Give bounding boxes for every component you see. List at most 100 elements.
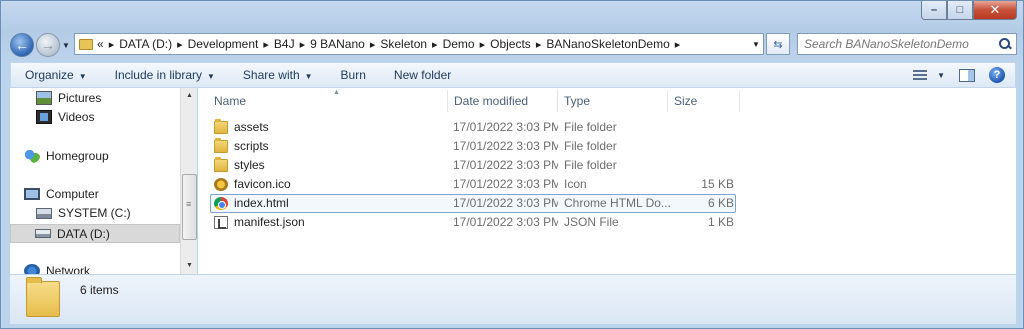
folder-icon <box>214 119 228 134</box>
file-name-cell: favicon.ico <box>214 175 444 194</box>
column-header-size[interactable]: Size <box>668 90 740 112</box>
chevron-right-icon[interactable]: ▸ <box>531 38 547 51</box>
include-in-library-menu[interactable]: Include in library ▼ <box>101 68 229 82</box>
close-button[interactable]: ✕ <box>973 1 1017 20</box>
address-bar[interactable]: « ▸ DATA (D:) ▸ Development ▸ B4J ▸ 9 BA… <box>74 33 764 55</box>
recent-pages-dropdown[interactable]: ▼ <box>62 41 70 50</box>
scroll-down-arrow-icon[interactable]: ▼ <box>181 258 198 274</box>
drive-icon <box>35 229 51 238</box>
folder-icon <box>214 157 228 172</box>
search-box[interactable] <box>797 33 1017 55</box>
sort-ascending-icon: ▲ <box>333 89 340 96</box>
column-header-type[interactable]: Type <box>558 90 668 112</box>
help-icon[interactable]: ? <box>989 67 1005 83</box>
table-row[interactable]: assets 17/01/2022 3:03 PM File folder <box>198 118 1016 137</box>
column-header-name[interactable]: Name ▲ <box>208 89 448 112</box>
sidebar-item-homegroup[interactable]: Homegroup <box>24 149 109 163</box>
maximize-icon: □ <box>956 4 964 16</box>
navigation-scrollbar[interactable]: ▲ ▼ <box>180 88 197 274</box>
file-type: File folder <box>564 158 617 172</box>
table-row[interactable]: styles 17/01/2022 3:03 PM File folder <box>198 156 1016 175</box>
ico-file-icon <box>214 178 228 191</box>
table-row[interactable]: manifest.json 17/01/2022 3:03 PM JSON Fi… <box>198 213 1016 232</box>
sidebar-item-label: Computer <box>46 187 99 201</box>
chevron-right-icon[interactable]: ▸ <box>475 38 491 51</box>
scroll-up-arrow-icon[interactable]: ▲ <box>181 88 198 104</box>
breadcrumb-overflow[interactable]: « <box>97 37 104 51</box>
command-bar: Organize ▼ Include in library ▼ Share with… <box>10 62 1016 88</box>
sidebar-item-network[interactable]: Network <box>24 264 90 274</box>
file-type: Icon <box>564 177 587 191</box>
breadcrumb-skeleton[interactable]: Skeleton <box>380 37 427 51</box>
breadcrumb-data-drive[interactable]: DATA (D:) <box>119 37 172 51</box>
breadcrumb-bananoskeletondemo[interactable]: BANanoSkeletonDemo <box>546 37 669 51</box>
chevron-right-icon[interactable]: ▸ <box>427 38 443 51</box>
scrollbar-thumb[interactable] <box>182 174 197 240</box>
file-type: File folder <box>564 120 617 134</box>
file-list: Name ▲ Date modified Type Size assets 17… <box>198 88 1016 274</box>
file-name: favicon.ico <box>234 177 291 191</box>
chevron-right-icon[interactable]: ▸ <box>104 38 120 51</box>
address-history-dropdown[interactable]: ▼ <box>749 40 763 49</box>
file-type: JSON File <box>564 215 619 229</box>
file-date: 17/01/2022 3:03 PM <box>453 215 558 229</box>
navigation-pane: Pictures Videos Homegroup Computer SYSTE… <box>10 88 180 274</box>
close-icon: ✕ <box>989 2 1001 17</box>
minimize-button[interactable]: – <box>921 1 947 20</box>
change-view-button[interactable]: ▼ <box>913 69 945 81</box>
sidebar-item-pictures[interactable]: Pictures <box>36 91 101 105</box>
file-size <box>674 137 734 156</box>
file-size <box>674 118 734 137</box>
chevron-down-icon: ▼ <box>207 72 215 81</box>
file-type: Chrome HTML Do... <box>564 196 671 210</box>
sidebar-item-data-drive[interactable]: DATA (D:) <box>10 224 180 243</box>
details-pane: 6 items <box>10 274 1016 324</box>
sidebar-item-computer[interactable]: Computer <box>24 187 99 201</box>
sidebar-item-videos[interactable]: Videos <box>36 110 94 124</box>
chevron-right-icon[interactable]: ▸ <box>670 38 686 51</box>
new-folder-button[interactable]: New folder <box>380 68 465 82</box>
chevron-right-icon[interactable]: ▸ <box>258 38 274 51</box>
refresh-icon: ⇆ <box>773 38 783 51</box>
breadcrumb-b4j[interactable]: B4J <box>274 37 295 51</box>
table-row[interactable]: favicon.ico 17/01/2022 3:03 PM Icon 15 K… <box>198 175 1016 194</box>
chevron-right-icon[interactable]: ▸ <box>295 38 311 51</box>
json-file-icon <box>214 216 228 229</box>
breadcrumb-demo[interactable]: Demo <box>443 37 475 51</box>
column-header-date-modified[interactable]: Date modified <box>448 90 558 112</box>
search-input[interactable] <box>804 37 994 51</box>
chevron-right-icon[interactable]: ▸ <box>365 38 381 51</box>
forward-button[interactable]: → <box>36 33 60 57</box>
column-header-label: Size <box>674 94 698 108</box>
share-with-menu[interactable]: Share with ▼ <box>229 68 327 82</box>
chevron-down-icon: ▼ <box>304 72 313 81</box>
file-date: 17/01/2022 3:03 PM <box>453 158 558 172</box>
table-row[interactable]: scripts 17/01/2022 3:03 PM File folder <box>198 137 1016 156</box>
burn-label: Burn <box>340 68 366 82</box>
column-header-label: Date modified <box>454 94 529 108</box>
file-name: manifest.json <box>234 215 305 229</box>
sidebar-item-system-drive[interactable]: SYSTEM (C:) <box>36 206 131 220</box>
breadcrumb-objects[interactable]: Objects <box>490 37 531 51</box>
details-view-icon <box>913 69 931 81</box>
minimize-icon: – <box>930 4 938 16</box>
search-icon[interactable] <box>998 37 1012 51</box>
breadcrumb-banano[interactable]: 9 BANano <box>310 37 365 51</box>
organize-menu[interactable]: Organize ▼ <box>11 68 101 82</box>
sidebar-item-label: Network <box>46 264 91 274</box>
chevron-right-icon[interactable]: ▸ <box>172 38 188 51</box>
table-row[interactable]: index.html 17/01/2022 3:03 PM Chrome HTM… <box>198 194 1016 213</box>
file-date: 17/01/2022 3:03 PM <box>453 177 558 191</box>
chevron-down-icon: ▼ <box>937 70 945 80</box>
preview-pane-icon[interactable] <box>959 68 975 82</box>
include-in-library-label: Include in library <box>114 68 202 82</box>
refresh-button[interactable]: ⇆ <box>766 33 790 55</box>
maximize-button[interactable]: □ <box>947 1 973 20</box>
back-button[interactable]: ← <box>10 33 34 57</box>
breadcrumb-development[interactable]: Development <box>188 37 259 51</box>
new-folder-label: New folder <box>393 68 452 82</box>
burn-button[interactable]: Burn <box>327 68 380 82</box>
file-name: assets <box>234 120 269 134</box>
chrome-html-icon <box>214 197 228 210</box>
file-date: 17/01/2022 3:03 PM <box>453 196 558 210</box>
